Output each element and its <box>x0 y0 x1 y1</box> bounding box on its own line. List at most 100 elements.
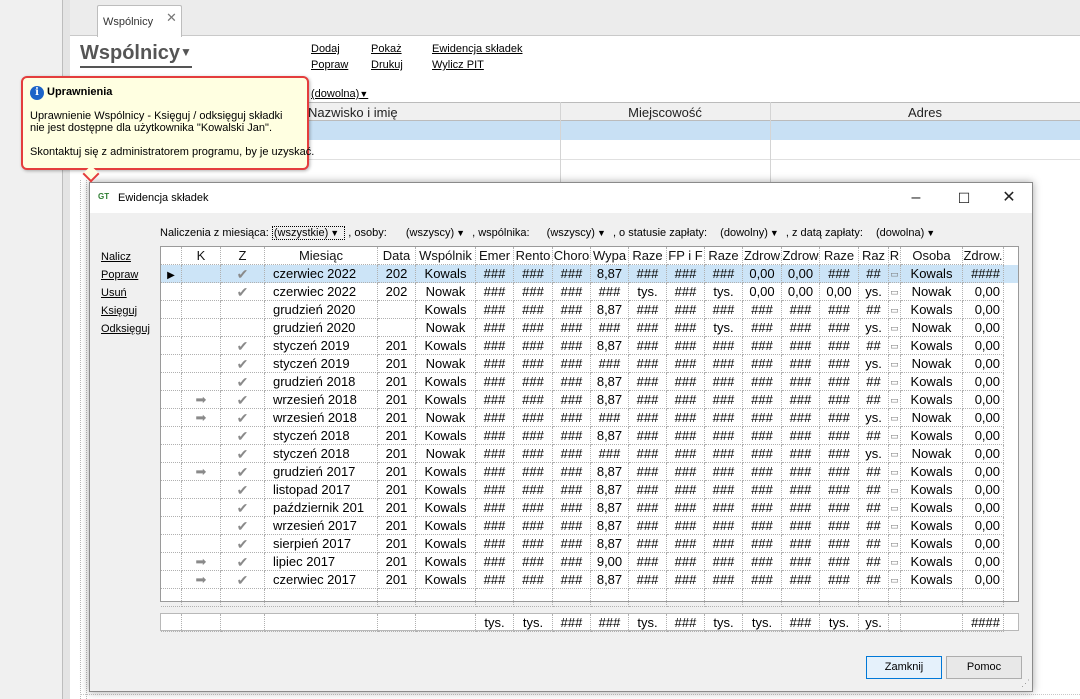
column-header-raze1[interactable]: Raze <box>629 247 667 265</box>
cell-row-pointer[interactable] <box>161 499 182 517</box>
cell-row-pointer[interactable] <box>161 337 182 355</box>
table-row[interactable]: ➡ ✔ lipiec 2017 201 Kowals ### ### ### 9,00 ### ##… <box>161 553 1018 571</box>
column-header-r[interactable]: R <box>889 247 901 265</box>
filter-status-select[interactable]: (dowolny) ▼ <box>720 227 783 239</box>
cell-fp: ### <box>667 301 705 319</box>
table-row[interactable]: grudzień 2020 Nowak ### ### ### ### ### ### tys.… <box>161 319 1018 337</box>
page-filter[interactable]: (dowolna)▼ <box>311 88 368 100</box>
cell-row-pointer[interactable] <box>161 427 182 445</box>
column-header-zdrow3[interactable]: Zdrow. <box>963 247 1004 265</box>
pokaz-link[interactable]: Pokaż <box>371 43 402 55</box>
table-row[interactable]: ✔ listopad 2017 201 Kowals ### ### ### 8,87 ### #… <box>161 481 1018 499</box>
table-row[interactable]: ✔ październik 201 201 Kowals ### ### ### 8,87 ##… <box>161 499 1018 517</box>
column-header-k[interactable]: K <box>182 247 221 265</box>
cell-row-pointer[interactable] <box>161 373 182 391</box>
column-nazwisko[interactable]: Nazwisko i imię <box>308 105 438 120</box>
table-row[interactable]: grudzień 2020 Kowals ### ### ### 8,87 ### ### ##… <box>161 301 1018 319</box>
table-row[interactable]: ✔ czerwiec 2022 202 Nowak ### ### ### ### tys. ##… <box>161 283 1018 301</box>
cell-raze1: ### <box>629 319 667 337</box>
cell-raz: ## <box>859 391 889 409</box>
ewidencja-skladek-link[interactable]: Ewidencja składek <box>432 43 523 55</box>
filter-partner-select[interactable]: (wszyscy) ▼ <box>547 227 610 239</box>
tab-wspolnicy[interactable]: Wspólnicy ✕ <box>97 5 182 37</box>
table-row[interactable]: ✔ styczeń 2018 201 Kowals ### ### ### 8,87 ### ##… <box>161 427 1018 445</box>
filter-date-select[interactable]: (dowolna) ▼ <box>876 227 939 239</box>
cell-row-pointer[interactable] <box>161 571 182 589</box>
table-row[interactable]: ➡ ✔ wrzesień 2018 201 Nowak ### ### ### ### ### ##… <box>161 409 1018 427</box>
minimize-icon[interactable]: – <box>893 183 939 213</box>
cell-raze2: ### <box>705 571 743 589</box>
table-row[interactable]: ➡ ✔ czerwiec 2017 201 Kowals ### ### ### 8,87 ###… <box>161 571 1018 589</box>
table-row[interactable]: ▶ ✔ czerwiec 2022 202 Kowals ### ### ### 8,87 ###… <box>161 265 1018 283</box>
dodaj-link[interactable]: Dodaj <box>311 43 340 55</box>
wylicz-pit-link[interactable]: Wylicz PIT <box>432 59 484 71</box>
dialog-titlebar[interactable]: GT Ewidencja składek – ☐ ✕ <box>90 183 1032 213</box>
column-header-zdrow2[interactable]: Zdrow <box>782 247 820 265</box>
column-header-miesiac[interactable]: Miesiąc <box>265 247 378 265</box>
table-row[interactable]: ✔ wrzesień 2017 201 Kowals ### ### ### 8,87 ### #… <box>161 517 1018 535</box>
column-header-choro[interactable]: Choro <box>553 247 591 265</box>
cell-row-pointer[interactable] <box>161 481 182 499</box>
cell-zdrow3: 0,00 <box>963 283 1004 301</box>
column-header-fp[interactable]: FP i F <box>667 247 705 265</box>
column-adres[interactable]: Adres <box>770 105 1080 120</box>
close-button[interactable]: Zamknij <box>866 656 942 679</box>
cell-raze1: ### <box>629 481 667 499</box>
cell-choro: ### <box>553 391 591 409</box>
help-button[interactable]: Pomoc <box>946 656 1022 679</box>
cell-row-pointer[interactable] <box>161 391 182 409</box>
cell-zdrow3: #### <box>963 265 1004 283</box>
cell-row-pointer[interactable] <box>161 517 182 535</box>
table-row[interactable]: ✔ styczeń 2019 201 Nowak ### ### ### ### ### ### #… <box>161 355 1018 373</box>
column-miejscowosc[interactable]: Miejscowość <box>560 105 770 120</box>
column-header-rento[interactable]: Rento <box>514 247 553 265</box>
cell-row-pointer[interactable] <box>161 355 182 373</box>
popraw-link[interactable]: Popraw <box>311 59 348 71</box>
column-header-emer[interactable]: Emer <box>476 247 514 265</box>
column-header-raz[interactable]: Raz <box>859 247 889 265</box>
odksieguj-link[interactable]: Odksięguj <box>101 323 150 335</box>
filter-month-select[interactable]: (wszystkie) ▼ <box>271 226 346 240</box>
cell-row-pointer[interactable] <box>161 553 182 571</box>
drukuj-link[interactable]: Drukuj <box>371 59 403 71</box>
table-row[interactable]: ✔ styczeń 2018 201 Nowak ### ### ### ### ### ### #… <box>161 445 1018 463</box>
nalicz-link[interactable]: Nalicz <box>101 251 131 263</box>
tab-close-icon[interactable]: ✕ <box>166 10 177 26</box>
column-header-data[interactable]: Data <box>378 247 416 265</box>
usun-link[interactable]: Usuń <box>101 287 127 299</box>
page-title[interactable]: Wspólnicy▼ <box>80 42 192 68</box>
column-header-raze3[interactable]: Raze <box>820 247 859 265</box>
cell-data: 201 <box>378 535 416 553</box>
partners-grid-selected-row[interactable] <box>290 121 1080 140</box>
table-row[interactable]: ✔ grudzień 2018 201 Kowals ### ### ### 8,87 ### #… <box>161 373 1018 391</box>
cell-row-pointer[interactable] <box>161 445 182 463</box>
cell-row-pointer[interactable] <box>161 301 182 319</box>
filter-persons-select[interactable]: (wszyscy) ▼ <box>406 227 469 239</box>
resize-grip-icon[interactable]: ⋰ <box>1021 678 1030 689</box>
cell-row-pointer[interactable] <box>161 463 182 481</box>
table-row[interactable]: ➡ ✔ wrzesień 2018 201 Kowals ### ### ### 8,87 ###… <box>161 391 1018 409</box>
cell-wspolnik: Kowals <box>416 535 476 553</box>
column-header-wypa[interactable]: Wypa <box>591 247 629 265</box>
maximize-icon[interactable]: ☐ <box>941 183 987 213</box>
cell-raz: ## <box>859 265 889 283</box>
close-icon[interactable]: ✕ <box>986 183 1032 213</box>
column-header-raze2[interactable]: Raze <box>705 247 743 265</box>
cell-row-pointer[interactable] <box>161 535 182 553</box>
column-header-zdrow1[interactable]: Zdrow <box>743 247 782 265</box>
table-row[interactable]: ➡ ✔ grudzień 2017 201 Kowals ### ### ### 8,87 ###… <box>161 463 1018 481</box>
column-header-wspolnik[interactable]: Wspólnik <box>416 247 476 265</box>
cell-z: ✔ <box>221 391 265 409</box>
cell-row-pointer[interactable] <box>161 319 182 337</box>
ksieguj-link[interactable]: Księguj <box>101 305 137 317</box>
popraw-link[interactable]: Popraw <box>101 269 138 281</box>
cell-row-pointer[interactable] <box>161 283 182 301</box>
cell-fp: ### <box>667 517 705 535</box>
cell-zdrow1: ### <box>743 373 782 391</box>
column-header-osoba[interactable]: Osoba <box>901 247 963 265</box>
cell-row-pointer[interactable]: ▶ <box>161 265 182 283</box>
cell-row-pointer[interactable] <box>161 409 182 427</box>
table-row[interactable]: ✔ styczeń 2019 201 Kowals ### ### ### 8,87 ### ##… <box>161 337 1018 355</box>
table-row[interactable]: ✔ sierpień 2017 201 Kowals ### ### ### 8,87 ### #… <box>161 535 1018 553</box>
column-header-z[interactable]: Z <box>221 247 265 265</box>
